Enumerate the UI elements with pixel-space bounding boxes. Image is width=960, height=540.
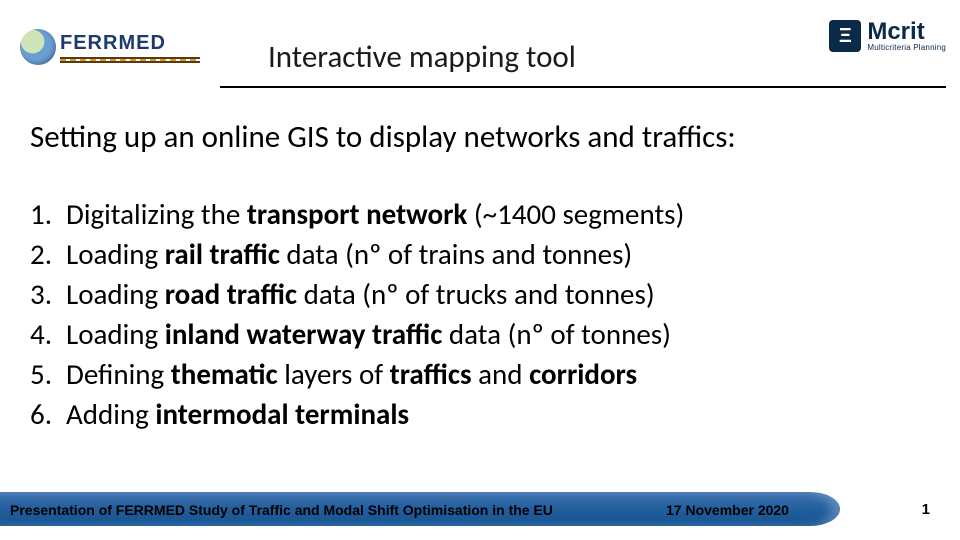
mcrit-mark-icon: Ξ <box>829 20 861 52</box>
list-item: 6. Adding intermodal terminals <box>30 396 684 432</box>
footer: Presentation of FERRMED Study of Traffic… <box>0 490 960 526</box>
slide-title: Interactive mapping tool <box>268 38 576 76</box>
list-text: Adding intermodal terminals <box>66 396 409 432</box>
list-item: 3. Loading road traffic data (nº of truc… <box>30 276 684 312</box>
mcrit-logo: Ξ Mcrit Multicriteria Planning <box>829 20 946 52</box>
header: FERRMED Interactive mapping tool Ξ Mcrit… <box>20 20 946 80</box>
list-item: 4. Loading inland waterway traffic data … <box>30 316 684 352</box>
subtitle: Setting up an online GIS to display netw… <box>30 118 736 156</box>
list-text: Loading road traffic data (nº of trucks … <box>66 276 655 312</box>
ferrmed-wordmark: FERRMED <box>60 32 200 63</box>
list-num: 1. <box>30 196 66 232</box>
footer-left-text: Presentation of FERRMED Study of Traffic… <box>10 502 553 518</box>
list-num: 5. <box>30 356 66 392</box>
globe-icon <box>20 29 56 65</box>
list-num: 4. <box>30 316 66 352</box>
list-item: 2. Loading rail traffic data (nº of trai… <box>30 236 684 272</box>
list-text: Defining thematic layers of traffics and… <box>66 356 637 392</box>
list-text: Loading inland waterway traffic data (nº… <box>66 316 671 352</box>
list-num: 3. <box>30 276 66 312</box>
list-text: Loading rail traffic data (nº of trains … <box>66 236 632 272</box>
ferrmed-bars-icon <box>60 57 200 63</box>
footer-date: 17 November 2020 <box>666 502 789 518</box>
ferrmed-text: FERRMED <box>60 32 200 55</box>
list-item: 1. Digitalizing the transport network (~… <box>30 196 684 232</box>
slide: FERRMED Interactive mapping tool Ξ Mcrit… <box>0 0 960 540</box>
mcrit-tagline: Multicriteria Planning <box>867 44 946 52</box>
footer-page-number: 1 <box>922 501 930 518</box>
list-num: 2. <box>30 236 66 272</box>
list-text: Digitalizing the transport network (~140… <box>66 196 684 232</box>
header-rule <box>220 86 946 88</box>
list: 1. Digitalizing the transport network (~… <box>30 196 684 436</box>
mcrit-name: Mcrit <box>867 20 946 44</box>
list-num: 6. <box>30 396 66 432</box>
list-item: 5. Defining thematic layers of traffics … <box>30 356 684 392</box>
ferrmed-logo: FERRMED <box>20 26 200 68</box>
